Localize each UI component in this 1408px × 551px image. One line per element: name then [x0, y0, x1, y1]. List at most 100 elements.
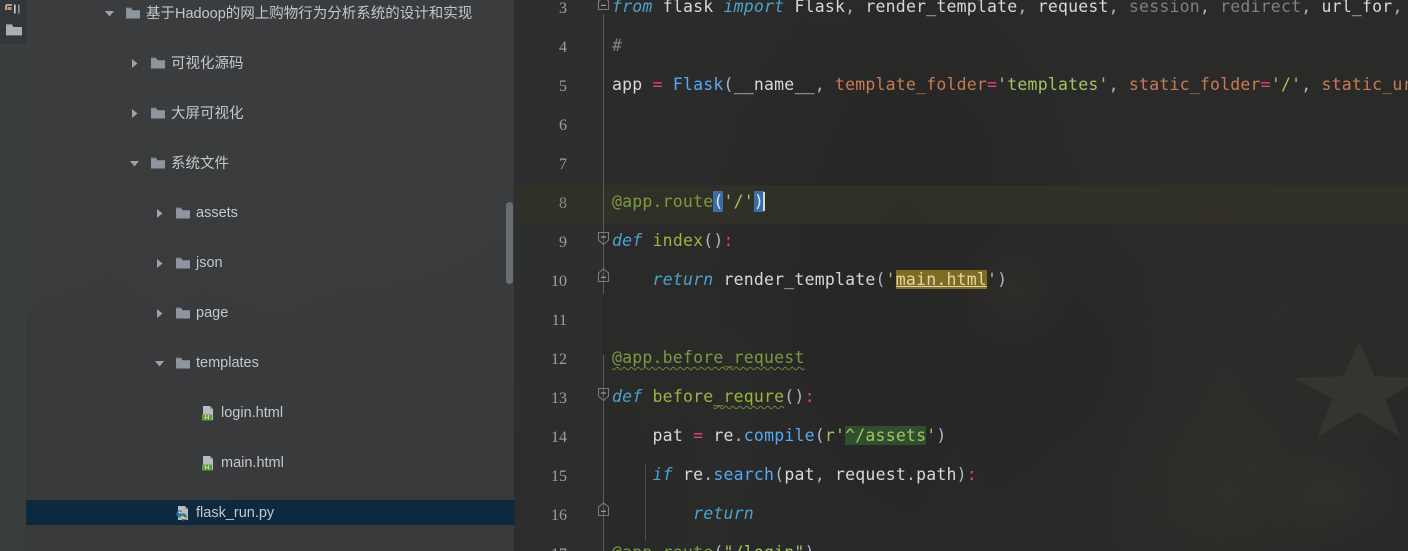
tree-row-label: login.html [221, 404, 284, 421]
chevron-right-icon[interactable] [129, 107, 140, 118]
editor-line[interactable]: 15 if re.search(pat, request.path): [515, 458, 1408, 497]
line-number: 8 [559, 195, 567, 212]
line-number: 11 [551, 312, 567, 329]
tree-row-label: 大屏可视化 [171, 106, 244, 122]
line-number: 5 [559, 78, 567, 95]
line-code[interactable]: @app.route("/login") [612, 543, 815, 551]
tree-row[interactable]: 基于Hadoop的网上购物行为分析系统的设计和实现 [26, 0, 515, 25]
tree-row[interactable]: 可视化源码 [26, 50, 515, 75]
line-code[interactable]: def index(): [612, 231, 734, 250]
line-code[interactable]: return [612, 504, 754, 523]
chevron-down-icon[interactable] [154, 357, 165, 368]
editor-line[interactable]: 7 [515, 146, 1408, 185]
line-number: 14 [551, 429, 567, 446]
text-caret [763, 192, 766, 211]
fold-collapse-icon[interactable] [597, 0, 610, 11]
line-code[interactable]: from flask import Flask, render_template… [612, 0, 1408, 16]
folder-icon [150, 105, 166, 121]
editor-line[interactable]: 6 [515, 107, 1408, 146]
folder-icon[interactable] [5, 22, 23, 37]
line-code[interactable]: pat = re.compile(r'^/assets') [612, 426, 947, 445]
ide-window: 基于Hadoop的网上购物行为分析系统的设计和实现可视化源码大屏可视化系统文件 a… [0, 0, 1408, 551]
code-editor[interactable]: 3 from flask import Flask, render_templa… [515, 0, 1408, 551]
line-number: 17 [515, 546, 567, 551]
line-code[interactable]: @app.before_request [612, 348, 805, 367]
project-tool-window-icon[interactable] [5, 4, 22, 17]
project-file-tree[interactable]: 基于Hadoop的网上购物行为分析系统的设计和实现可视化源码大屏可视化系统文件 a… [26, 0, 515, 550]
line-number: 9 [559, 234, 567, 251]
editor-line[interactable]: 10 return render_template('main.html') [515, 263, 1408, 302]
tree-row-label: main.html [221, 454, 284, 471]
editor-folding-gutter[interactable] [597, 0, 611, 551]
editor-line[interactable]: 11 [515, 302, 1408, 341]
chevron-right-icon[interactable] [154, 207, 165, 218]
editor-line[interactable]: 5 app = Flask(__name__, template_folder=… [515, 68, 1408, 107]
line-code[interactable]: app = Flask(__name__, template_folder='t… [612, 75, 1408, 94]
line-number: 15 [551, 468, 567, 485]
indent-guide [645, 463, 646, 541]
editor-line[interactable]: 3 from flask import Flask, render_templa… [515, 0, 1408, 29]
editor-line[interactable]: 13 def before_requre(): [515, 380, 1408, 419]
tree-row-label: assets [196, 204, 238, 221]
fold-region-line [603, 14, 604, 294]
line-code[interactable]: # [612, 36, 622, 55]
line-code[interactable]: def before_requre(): [612, 387, 815, 406]
tool-window-strip [0, 0, 26, 551]
html-file-icon: H [200, 405, 216, 421]
chevron-right-icon[interactable] [154, 307, 165, 318]
tree-row-label: page [196, 304, 229, 321]
python-file-icon [175, 505, 191, 521]
editor-line[interactable]: 14 pat = re.compile(r'^/assets') [515, 419, 1408, 458]
editor-line[interactable]: 9 def index(): [515, 224, 1408, 263]
folder-icon [175, 255, 191, 271]
chevron-down-icon[interactable] [104, 7, 115, 18]
html-file-icon: H [200, 455, 216, 471]
tree-row-label: flask_run.py [196, 504, 275, 521]
tree-row[interactable]: 大屏可视化 [26, 100, 515, 125]
line-code[interactable]: if re.search(pat, request.path): [612, 465, 977, 484]
project-tree-scrollbar[interactable] [506, 202, 513, 284]
editor-line[interactable]: 12 @app.before_request [515, 341, 1408, 380]
editor-line-current[interactable]: 8 @app.route('/') [515, 185, 1408, 224]
fold-region-line [603, 355, 604, 551]
line-number: 4 [559, 39, 567, 56]
tree-row[interactable]: templates [26, 350, 515, 375]
line-number: 10 [551, 273, 567, 290]
regex-literal-highlight: ^/assets [845, 426, 927, 445]
chevron-right-icon[interactable] [154, 257, 165, 268]
folder-icon [150, 155, 166, 171]
svg-text:H: H [205, 465, 209, 470]
svg-text:H: H [205, 415, 209, 420]
tree-row[interactable]: Hlogin.html [26, 400, 515, 425]
tree-row-label: 基于Hadoop的网上购物行为分析系统的设计和实现 [146, 6, 473, 22]
line-number: 7 [559, 156, 567, 173]
line-number: 16 [551, 507, 567, 524]
line-number: 3 [559, 0, 567, 17]
fold-collapse-icon[interactable] [597, 502, 610, 517]
tree-row-label: templates [196, 354, 259, 371]
line-code[interactable]: return render_template('main.html') [612, 270, 1007, 289]
chevron-right-icon[interactable] [129, 57, 140, 68]
line-code[interactable]: @app.route('/') [612, 191, 766, 212]
template-reference-highlight: main.html [895, 270, 988, 289]
folder-icon [150, 55, 166, 71]
tree-row-selected[interactable]: flask_run.py [26, 500, 515, 525]
tree-row[interactable]: 系统文件 [26, 150, 515, 175]
tree-row[interactable]: assets [26, 200, 515, 225]
fold-collapse-icon[interactable] [597, 231, 610, 246]
chevron-down-icon[interactable] [129, 157, 140, 168]
tree-row[interactable]: Hmain.html [26, 450, 515, 475]
tree-row[interactable]: json [26, 250, 515, 275]
folder-icon [175, 355, 191, 371]
tree-row[interactable]: page [26, 300, 515, 325]
line-number: 6 [559, 117, 567, 134]
fold-collapse-icon[interactable] [597, 387, 610, 402]
project-tool-window[interactable]: 基于Hadoop的网上购物行为分析系统的设计和实现可视化源码大屏可视化系统文件 a… [26, 0, 515, 551]
tree-row-label: 系统文件 [171, 156, 229, 172]
tree-row-label: 可视化源码 [171, 56, 244, 72]
editor-line[interactable]: 17 @app.route("/login") [515, 536, 1408, 551]
fold-collapse-icon[interactable] [597, 268, 610, 283]
editor-line[interactable]: 4 # [515, 29, 1408, 68]
folder-icon [125, 5, 141, 21]
editor-line[interactable]: 16 return [515, 497, 1408, 536]
